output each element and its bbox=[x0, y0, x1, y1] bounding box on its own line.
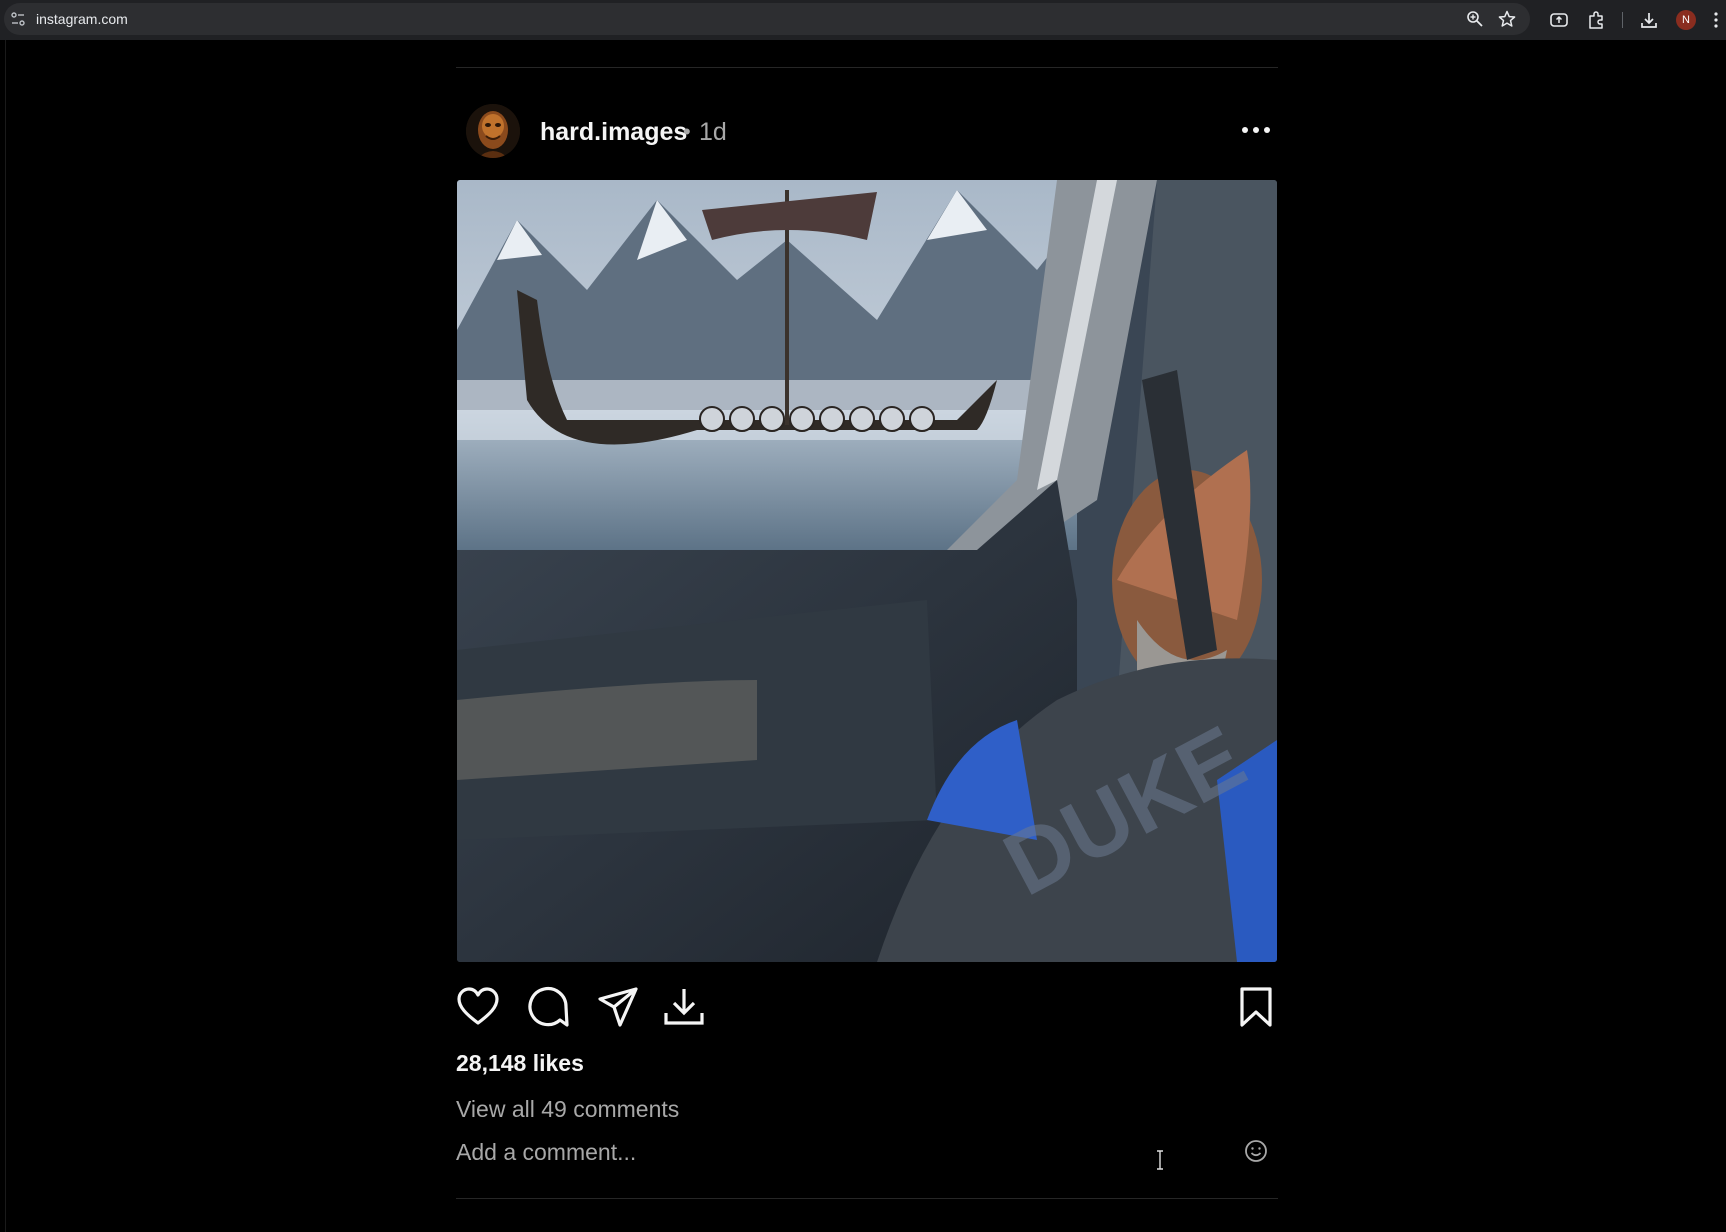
share-icon[interactable] bbox=[596, 985, 640, 1029]
username-link[interactable]: hard.images bbox=[540, 117, 687, 147]
post-divider-bottom bbox=[456, 1198, 1278, 1199]
avatar-image bbox=[466, 104, 520, 158]
more-options-icon[interactable] bbox=[1240, 120, 1272, 140]
download-icon[interactable] bbox=[1639, 10, 1659, 30]
likes-count[interactable]: 28,148 likes bbox=[456, 1049, 584, 1077]
emoji-icon[interactable] bbox=[1244, 1139, 1268, 1163]
browser-toolbar: instagram.com N bbox=[0, 0, 1726, 40]
screen-share-icon[interactable] bbox=[1549, 10, 1569, 30]
site-info-icon[interactable] bbox=[10, 11, 26, 27]
comment-input[interactable] bbox=[456, 1136, 1116, 1168]
post-divider-top bbox=[456, 67, 1278, 68]
url-text[interactable]: instagram.com bbox=[36, 11, 128, 27]
profile-avatar[interactable]: N bbox=[1676, 10, 1696, 30]
post-image[interactable]: DUKE bbox=[457, 180, 1277, 962]
address-bar[interactable]: instagram.com bbox=[4, 3, 1530, 35]
view-comments-link[interactable]: View all 49 comments bbox=[456, 1095, 679, 1123]
more-vert-icon[interactable] bbox=[1712, 10, 1720, 30]
text-cursor-icon bbox=[1157, 1150, 1163, 1170]
page-edge bbox=[5, 40, 6, 1232]
post-photo: DUKE bbox=[457, 180, 1277, 962]
save-bookmark-icon[interactable] bbox=[1234, 985, 1278, 1029]
toolbar-separator bbox=[1622, 12, 1623, 28]
download-icon[interactable] bbox=[662, 985, 706, 1029]
post-time[interactable]: 1d bbox=[699, 117, 727, 147]
like-heart-icon[interactable] bbox=[456, 985, 500, 1029]
bookmark-star-icon[interactable] bbox=[1498, 10, 1516, 28]
zoom-icon[interactable] bbox=[1466, 10, 1484, 28]
separator-dot: • bbox=[683, 119, 691, 144]
avatar[interactable] bbox=[466, 104, 520, 158]
extensions-icon[interactable] bbox=[1586, 10, 1606, 30]
comment-icon[interactable] bbox=[526, 985, 570, 1029]
